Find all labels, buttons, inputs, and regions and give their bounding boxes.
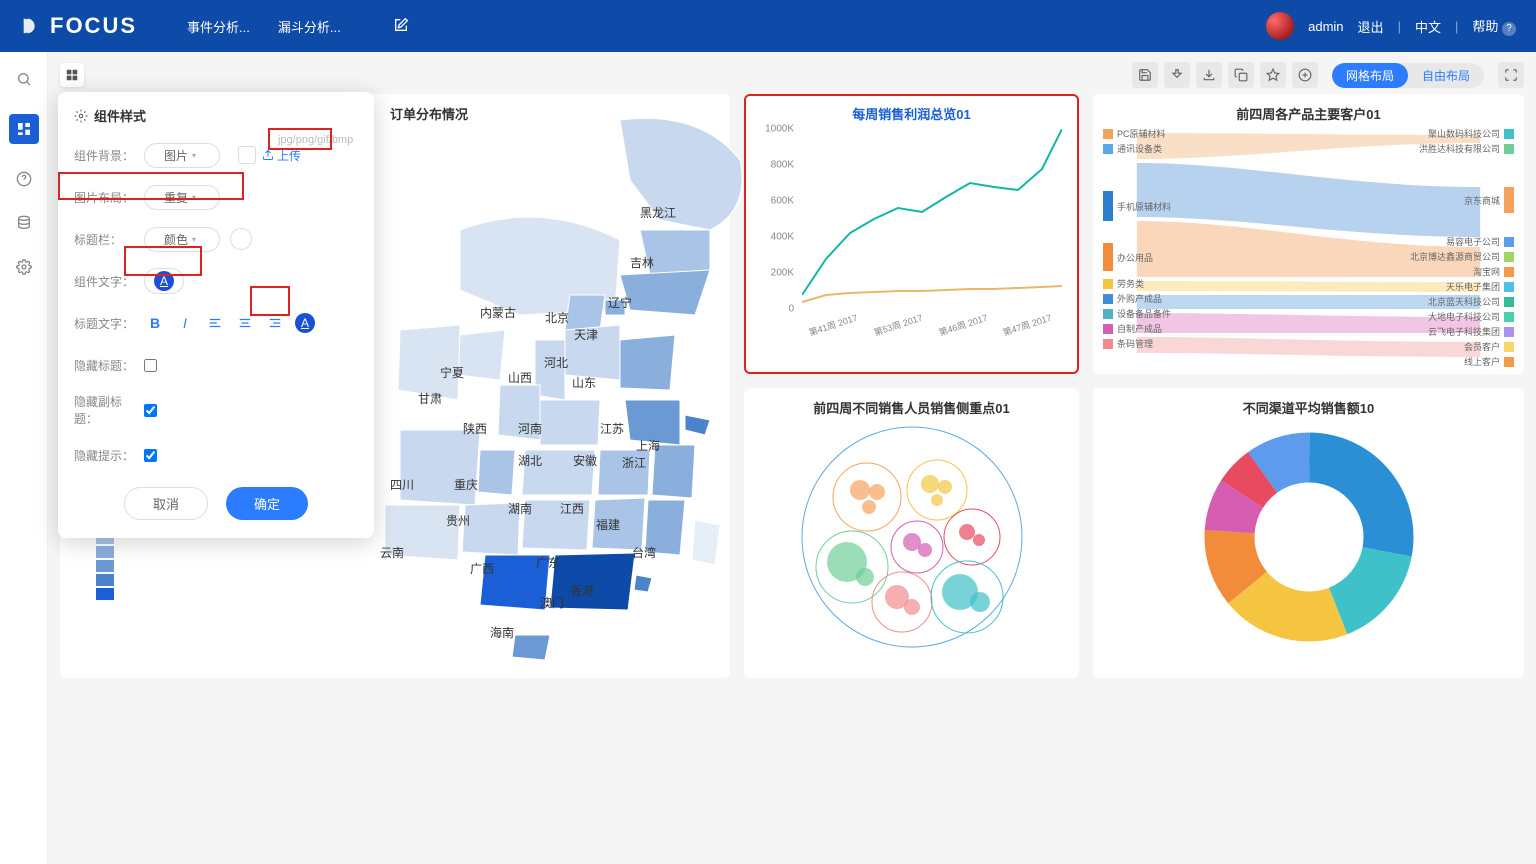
- line-chart-title: 每周销售利润总览01: [754, 104, 1069, 123]
- edit-icon[interactable]: [393, 17, 409, 36]
- layout-label: 图片布局：: [74, 189, 144, 206]
- page-toolbar: 网格布局 自由布局: [60, 60, 1524, 90]
- sankey-title: 前四周各产品主要客户01: [1103, 104, 1514, 123]
- titlebar-color-swatch[interactable]: [230, 228, 252, 250]
- bg-label: 组件背景：: [74, 147, 144, 164]
- dashboard-icon[interactable]: [9, 114, 39, 144]
- hide-title-label: 隐藏标题：: [74, 357, 144, 374]
- titlebar-select[interactable]: 颜色▾: [144, 227, 220, 252]
- import-icon[interactable]: [1196, 62, 1222, 88]
- bubble-card[interactable]: 前四周不同销售人员销售侧重点01: [744, 388, 1079, 678]
- username[interactable]: admin: [1308, 19, 1343, 34]
- add-icon[interactable]: [1292, 62, 1318, 88]
- align-left-button[interactable]: [204, 312, 226, 334]
- toolbar-right: 网格布局 自由布局: [1132, 62, 1524, 88]
- upload-preview: [238, 146, 256, 164]
- chevron-down-icon: ▾: [192, 193, 196, 202]
- grid-toggle-icon[interactable]: [60, 63, 84, 87]
- settings-icon[interactable]: [15, 258, 33, 276]
- brand-text: FOCUS: [50, 13, 137, 39]
- bold-button[interactable]: B: [144, 312, 166, 334]
- export-icon[interactable]: [1164, 62, 1190, 88]
- title-text-tools: B I A: [144, 312, 316, 334]
- upload-icon: [262, 149, 274, 161]
- upload-hint: jpg/png/gif/bmp: [278, 134, 353, 146]
- donut-card[interactable]: 不同渠道平均销售额10: [1093, 388, 1524, 678]
- text-color-icon: A: [154, 271, 174, 291]
- chevron-down-icon: ▾: [192, 151, 196, 160]
- title-text-label: 标题文字：: [74, 315, 144, 332]
- avatar[interactable]: [1266, 12, 1294, 40]
- line-chart-card[interactable]: 每周销售利润总览01 1000K 800K 600K 400K 200K 0 第…: [744, 94, 1079, 374]
- left-sidebar: [0, 52, 48, 864]
- china-map: [340, 100, 790, 660]
- bg-select[interactable]: 图片▾: [144, 143, 220, 168]
- italic-button[interactable]: I: [174, 312, 196, 334]
- logo-icon: [20, 15, 42, 37]
- help-icon[interactable]: [15, 170, 33, 188]
- sankey-card[interactable]: 前四周各产品主要客户01 PC原辅材料 通讯设备类 手机原辅材料 办公用品 劳务…: [1093, 94, 1524, 374]
- hide-title-checkbox[interactable]: [144, 359, 157, 372]
- nav: 事件分析... 漏斗分析...: [187, 17, 409, 36]
- nav-funnel-analysis[interactable]: 漏斗分析...: [278, 17, 341, 36]
- data-icon[interactable]: [15, 214, 33, 232]
- star-icon[interactable]: [1260, 62, 1286, 88]
- chevron-down-icon: ▾: [192, 235, 196, 244]
- header-right: admin 退出 | 中文 | 帮助 ?: [1266, 12, 1516, 40]
- layout-select[interactable]: 重复▾: [144, 185, 220, 210]
- line-chart: 1000K 800K 600K 400K 200K 0 第41周 2017 第5…: [754, 129, 1069, 339]
- layout-switcher: 网格布局 自由布局: [1332, 63, 1484, 88]
- donut-chart: [1103, 417, 1514, 657]
- nav-event-analysis[interactable]: 事件分析...: [187, 17, 250, 36]
- help-badge-icon: ?: [1502, 22, 1516, 36]
- sankey-chart: PC原辅材料 通讯设备类 手机原辅材料 办公用品 劳务类 外购产成品 设备备品备…: [1103, 127, 1514, 367]
- layout-grid-pill[interactable]: 网格布局: [1332, 63, 1408, 88]
- cancel-button[interactable]: 取消: [124, 487, 208, 520]
- titlebar-label: 标题栏：: [74, 231, 144, 248]
- title-text-color-button[interactable]: A: [294, 312, 316, 334]
- save-icon[interactable]: [1132, 62, 1158, 88]
- fullscreen-icon[interactable]: [1498, 62, 1524, 88]
- hide-subtitle-label: 隐藏副标题：: [74, 393, 144, 427]
- hide-tip-label: 隐藏提示：: [74, 447, 144, 464]
- search-icon[interactable]: [15, 70, 33, 88]
- brand-logo: FOCUS: [20, 13, 137, 39]
- help-link[interactable]: 帮助 ?: [1472, 16, 1516, 36]
- gear-icon: [74, 109, 88, 123]
- logout-link[interactable]: 退出: [1358, 17, 1384, 36]
- donut-title: 不同渠道平均销售额10: [1103, 398, 1514, 417]
- hide-subtitle-checkbox[interactable]: [144, 404, 157, 417]
- hide-tip-checkbox[interactable]: [144, 449, 157, 462]
- text-color-label: 组件文字：: [74, 273, 144, 290]
- align-center-button[interactable]: [234, 312, 256, 334]
- style-popover: 组件样式 组件背景： 图片▾ 上传 jpg/png/gif/bmp 图片布局： …: [58, 92, 374, 538]
- align-right-button[interactable]: [264, 312, 286, 334]
- text-color-button[interactable]: A: [144, 268, 184, 294]
- upload-link[interactable]: 上传: [262, 147, 301, 164]
- layout-free-pill[interactable]: 自由布局: [1408, 63, 1484, 88]
- ok-button[interactable]: 确定: [226, 487, 308, 520]
- popover-title: 组件样式: [74, 106, 358, 125]
- bubble-chart: [754, 417, 1069, 657]
- app-header: FOCUS 事件分析... 漏斗分析... admin 退出 | 中文 | 帮助…: [0, 0, 1536, 52]
- bubble-title: 前四周不同销售人员销售侧重点01: [754, 398, 1069, 417]
- copy-icon[interactable]: [1228, 62, 1254, 88]
- lang-link[interactable]: 中文: [1415, 17, 1441, 36]
